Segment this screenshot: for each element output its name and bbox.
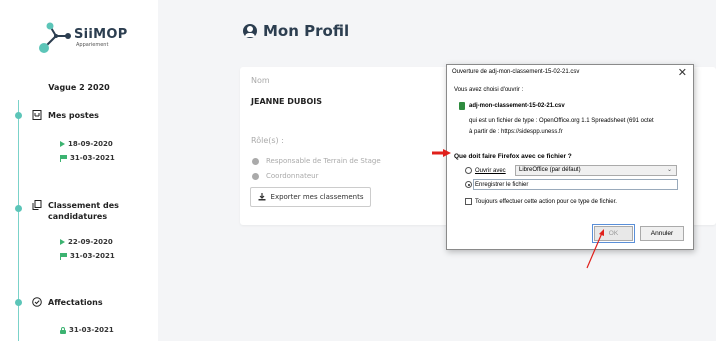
export-button[interactable]: Exporter mes classements (250, 187, 371, 207)
date-entry[interactable]: 18-09-2020 (60, 140, 113, 148)
dialog-source: à partir de : https://sidespp.uness.fr (469, 129, 563, 135)
files-icon (32, 200, 42, 210)
date-entry[interactable]: 22-09-2020 (60, 238, 113, 246)
dialog-intro: Vous avez choisi d'ouvrir : (454, 87, 524, 93)
timeline-dot (15, 299, 22, 306)
document-icon (32, 110, 42, 120)
nom-label: Nom (251, 76, 270, 85)
date-entry[interactable]: 31-03-2021 (60, 326, 114, 334)
vague-label: Vague 2 2020 (48, 83, 110, 92)
logo-subtitle: Appariement (76, 42, 109, 48)
section-label: Classement des candidatures (48, 201, 119, 221)
siimop-logo[interactable]: SiiMOP Appariement (36, 18, 146, 58)
nom-value: JEANNE DUBOIS (251, 97, 323, 106)
annotation-pointer-icon (586, 229, 604, 269)
close-icon[interactable]: ✕ (678, 66, 687, 79)
timeline-dot (15, 112, 22, 119)
download-dialog: Ouverture de adj-mon-classement-15-02-21… (446, 64, 694, 250)
dialog-question: Que doit faire Firefox avec ce fichier ? (454, 153, 572, 160)
always-label[interactable]: Toujours effectuer cette action pour ce … (475, 199, 617, 205)
cancel-button[interactable]: Annuler (640, 226, 684, 241)
sidebar: SiiMOP Appariement Vague 2 2020 Mes post… (0, 0, 158, 341)
open-with-radio[interactable] (465, 167, 472, 174)
date-label: 31-03-2021 (70, 154, 115, 162)
user-circle-icon (243, 24, 257, 38)
lock-icon (60, 326, 66, 334)
role-label: Coordonnateur (266, 172, 319, 180)
chevron-down-icon: ⌄ (666, 167, 672, 173)
flag-icon (60, 154, 67, 162)
logo-text: SiiMOP (74, 27, 128, 42)
always-checkbox[interactable] (465, 198, 472, 205)
spreadsheet-icon (459, 102, 465, 110)
bullet-icon (252, 157, 259, 165)
section-classement[interactable]: Classement des candidatures (32, 200, 142, 222)
role-label: Responsable de Terrain de Stage (266, 157, 381, 165)
page-title-text: Mon Profil (263, 22, 350, 40)
date-label: 18-09-2020 (68, 140, 113, 148)
save-file-label[interactable]: Enregistrer le fichier (475, 182, 528, 188)
play-icon (60, 239, 65, 245)
download-icon (258, 193, 266, 201)
roles-label: Rôle(s) : (251, 136, 284, 145)
date-label: 31-03-2021 (70, 252, 115, 260)
save-file-radio[interactable] (465, 181, 472, 188)
dialog-filename: adj-mon-classement-15-02-21.csv (469, 103, 565, 109)
role-item: Coordonnateur (252, 172, 318, 180)
open-with-label[interactable]: Ouvrir avec (475, 168, 506, 174)
section-label: Mes postes (48, 111, 99, 120)
date-label: 31-03-2021 (69, 326, 114, 334)
annotation-arrow-icon (432, 149, 451, 157)
logo-graph-icon (39, 22, 71, 53)
section-affectations[interactable]: Affectations (32, 297, 103, 308)
open-with-value: LibreOffice (par défaut) (519, 167, 581, 173)
date-label: 22-09-2020 (68, 238, 113, 246)
dialog-filetype: qui est un fichier de type : OpenOffice.… (469, 118, 654, 124)
date-entry[interactable]: 31-03-2021 (60, 154, 115, 162)
flag-icon (60, 252, 67, 260)
play-icon (60, 141, 65, 147)
export-button-label: Exporter mes classements (270, 193, 364, 201)
check-circle-icon (32, 297, 42, 307)
date-entry[interactable]: 31-03-2021 (60, 252, 115, 260)
section-label: Affectations (48, 298, 103, 307)
bullet-icon (252, 172, 259, 180)
role-item: Responsable de Terrain de Stage (252, 157, 381, 165)
page-title: Mon Profil (243, 22, 349, 40)
dialog-title: Ouverture de adj-mon-classement-15-02-21… (452, 69, 580, 75)
section-mes-postes[interactable]: Mes postes (32, 110, 99, 121)
open-with-select[interactable]: LibreOffice (par défaut) ⌄ (515, 165, 677, 176)
timeline-dot (15, 205, 22, 212)
